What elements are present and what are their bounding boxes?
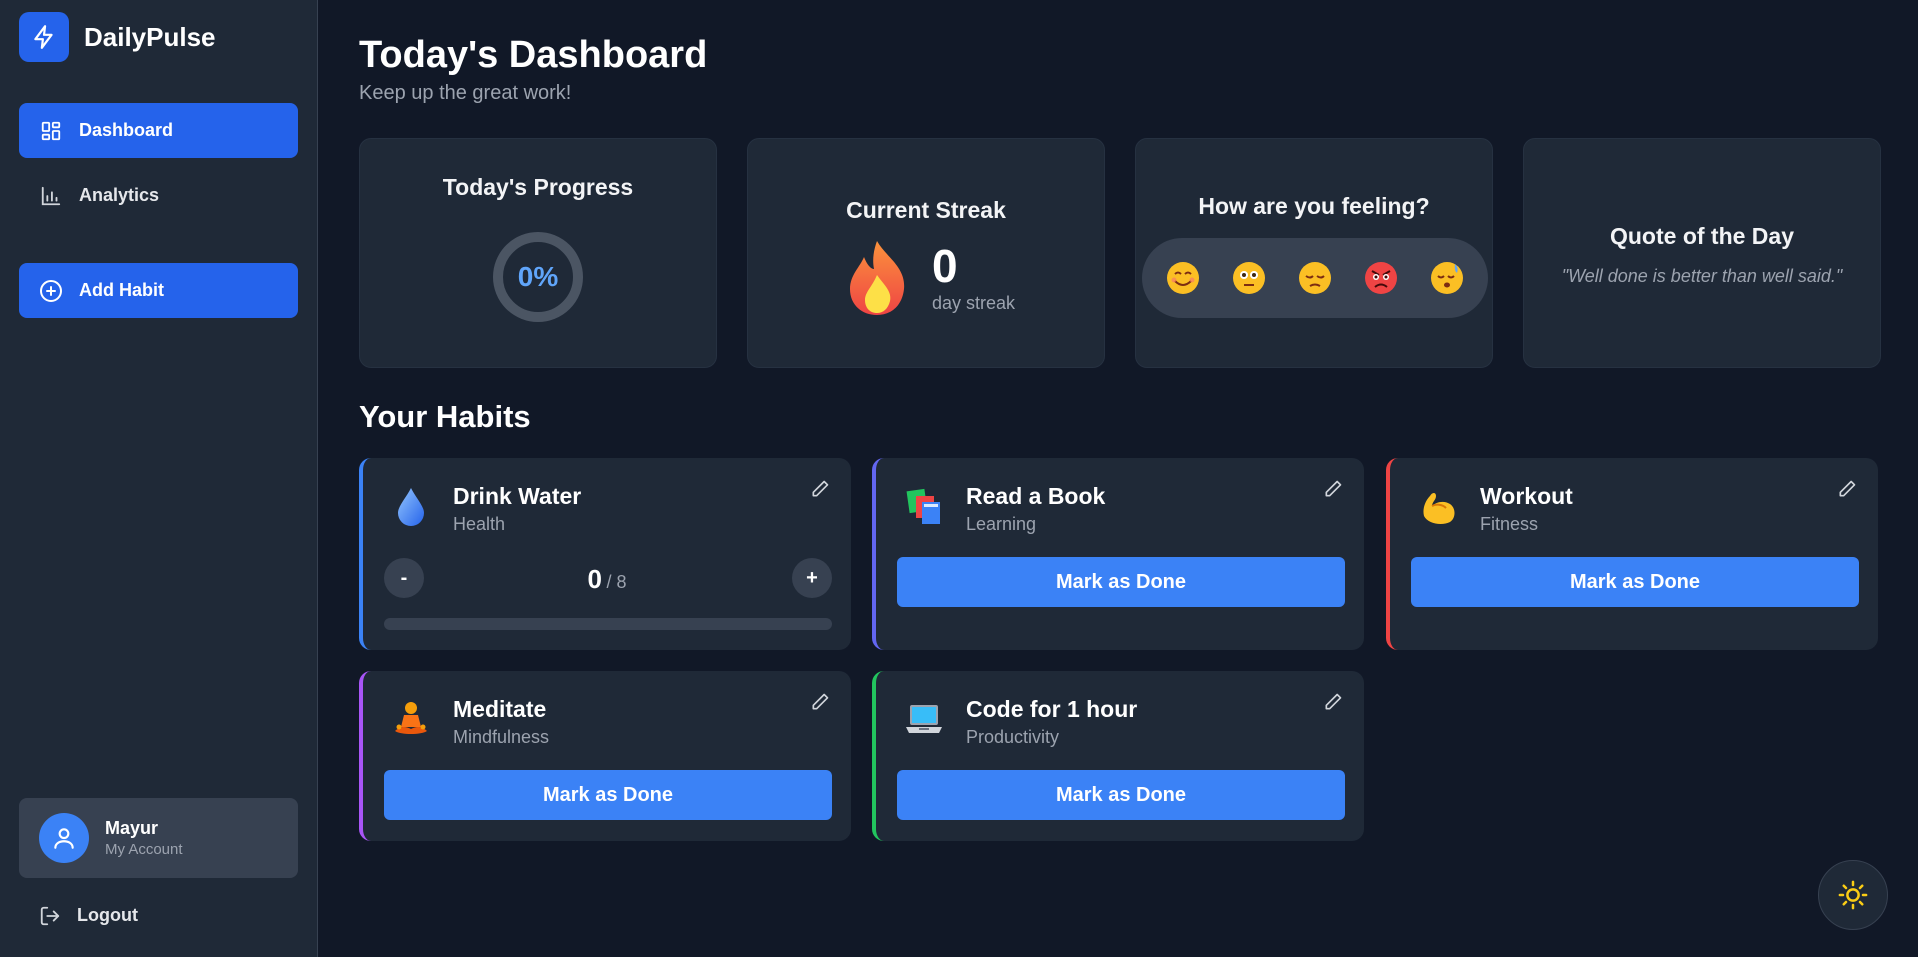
account-text: Mayur My Account [105,818,183,858]
habit-category: Learning [966,514,1037,534]
logout-icon [39,905,61,927]
droplet-icon [391,486,431,526]
theme-toggle-button[interactable] [1818,860,1888,930]
edit-icon[interactable] [809,691,831,713]
habit-card-meditate: Meditate Mindfulness Mark as Done [359,671,851,841]
habit-category: Productivity [966,727,1060,747]
page-subtitle: Keep up the great work! [359,82,572,104]
habit-card-workout: Workout Fitness Mark as Done [1386,458,1878,650]
progress-value: 0% [517,261,559,292]
habit-name: Meditate [453,696,547,722]
mark-as-done-button[interactable]: Mark as Done [384,770,832,820]
brand[interactable]: DailyPulse [19,12,216,62]
sidebar-item-label: Dashboard [79,120,174,140]
habit-card-drink-water: Drink Water Health - 0 / 8 + [359,458,851,650]
account-name: Mayur [105,818,159,838]
sidebar: DailyPulse Dashboard Analytics Add Habit… [0,0,318,957]
logout-label: Logout [77,905,138,925]
account-card[interactable]: Mayur My Account [19,798,298,878]
habit-name: Read a Book [966,483,1106,509]
add-habit-label: Add Habit [79,280,164,300]
plus-circle-icon [39,279,63,303]
page-title: Today's Dashboard [359,34,708,76]
streak-title: Current Streak [846,197,1006,223]
progress-ring: 0% [493,232,583,322]
sidebar-item-label: Analytics [79,185,160,205]
streak-label: day streak [932,292,1016,313]
flushed-face-icon[interactable] [1232,261,1266,295]
habit-category: Fitness [1480,514,1539,534]
habits-section-title: Your Habits [359,399,531,434]
habit-name: Drink Water [453,483,582,509]
mood-selector [1142,238,1488,318]
smiling-face-icon[interactable] [1166,261,1200,295]
sun-icon [1838,880,1868,910]
add-habit-button[interactable]: Add Habit [19,263,298,318]
sidebar-item-dashboard[interactable]: Dashboard [19,103,298,158]
counter-target: / 8 [606,572,627,592]
increment-button[interactable]: + [792,558,832,598]
bolt-icon [19,12,69,62]
user-icon [39,813,89,863]
habit-name: Code for 1 hour [966,696,1138,722]
habit-category: Health [453,514,506,534]
mark-as-done-button[interactable]: Mark as Done [897,557,1345,607]
mood-title: How are you feeling? [1198,193,1430,219]
habit-progress-bar [384,618,832,630]
progress-card: Today's Progress 0% [359,138,717,368]
meditation-icon [391,699,431,739]
pensive-face-icon[interactable] [1298,261,1332,295]
edit-icon[interactable] [809,478,831,500]
habit-card-read-a-book: Read a Book Learning Mark as Done [872,458,1364,650]
brand-name: DailyPulse [84,21,216,52]
logout-button[interactable]: Logout [19,888,138,943]
counter-current: 0 [587,564,602,594]
fire-icon [850,241,905,315]
sidebar-item-analytics[interactable]: Analytics [19,168,298,223]
quote-title: Quote of the Day [1609,223,1794,249]
mark-as-done-button[interactable]: Mark as Done [897,770,1345,820]
streak-row: 0 day streak [846,239,1015,317]
habit-card-code-for-1-hour: Code for 1 hour Productivity Mark as Don… [872,671,1364,841]
streak-card: Current Streak 0 day streak [747,138,1105,368]
flexed-biceps-icon [1418,486,1458,526]
streak-value: 0 [932,239,958,292]
angry-face-icon[interactable] [1364,261,1398,295]
mood-card: How are you feeling? [1135,138,1493,368]
edit-icon[interactable] [1322,691,1344,713]
grid-icon [39,119,63,143]
mark-as-done-button[interactable]: Mark as Done [1411,557,1859,607]
edit-icon[interactable] [1836,478,1858,500]
progress-title: Today's Progress [442,174,634,200]
laptop-icon [904,699,944,739]
edit-icon[interactable] [1322,478,1344,500]
habit-name: Workout [1480,483,1573,509]
account-subtitle: My Account [105,841,183,858]
sleeping-face-icon[interactable] [1430,261,1464,295]
streak-number: 0 day streak [932,243,1015,314]
habit-category: Mindfulness [453,727,550,747]
quote-card: Quote of the Day "Well done is better th… [1523,138,1881,368]
counter-value: 0 / 8 [363,564,851,595]
books-icon [904,486,944,526]
quote-text: "Well done is better than well said." [1561,266,1843,286]
bar-chart-icon [39,184,63,208]
